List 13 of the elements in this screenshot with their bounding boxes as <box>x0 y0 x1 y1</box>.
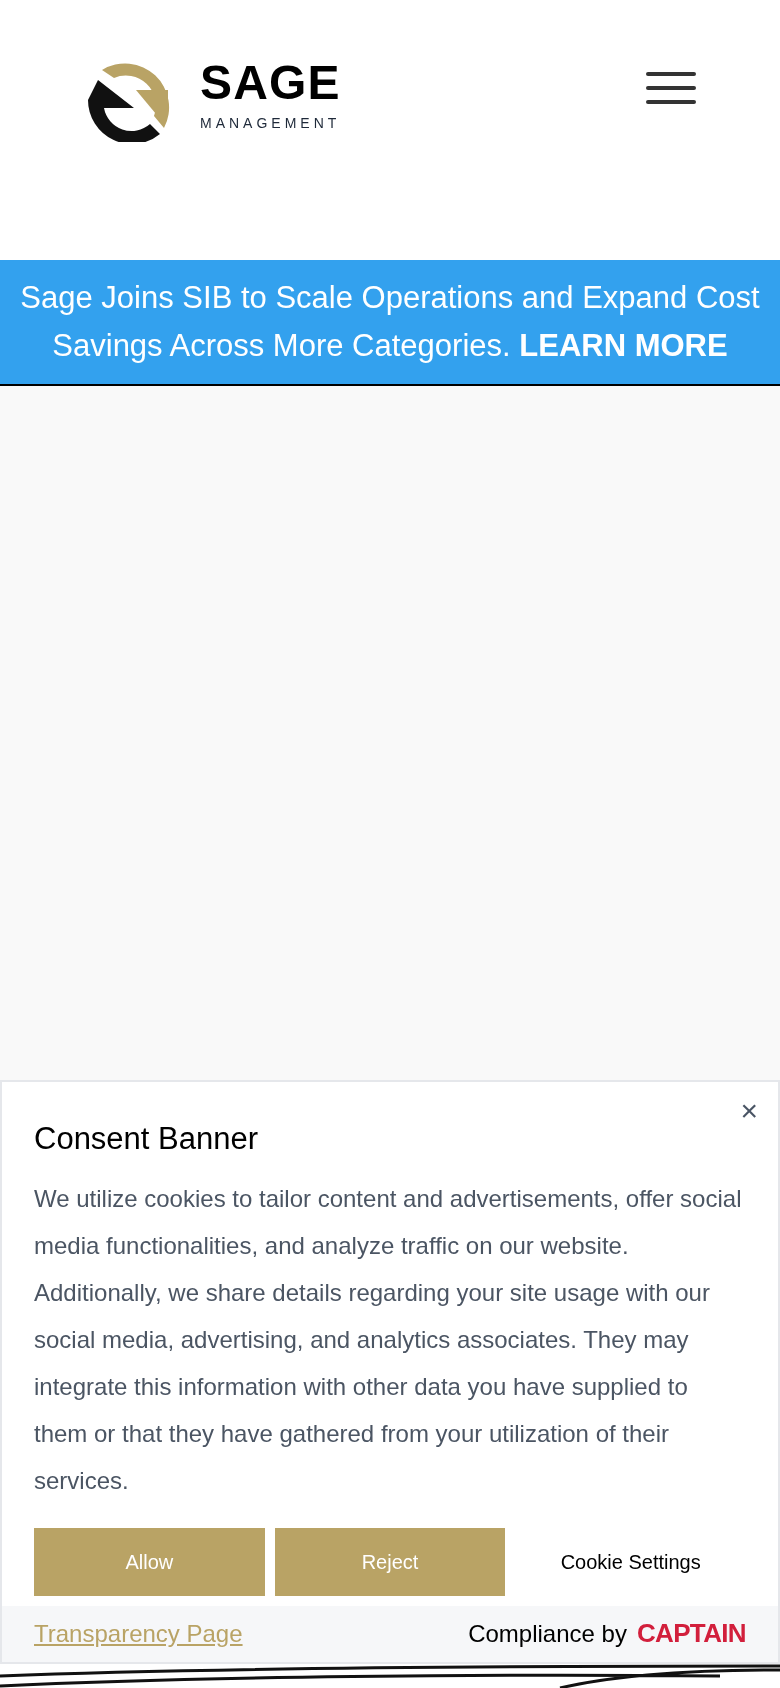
consent-button[interactable]: Reject <box>274 1527 506 1596</box>
logo-wordmark: SAGE <box>200 58 341 107</box>
close-button[interactable]: × <box>740 1096 758 1126</box>
menu-button[interactable] <box>646 70 696 106</box>
learn-more-link[interactable]: LEARN MORE <box>519 328 728 363</box>
announcement-text: Sage Joins SIB to Scale Operations and Expand Cost Savings Across More Categories. LEARN MORE <box>19 279 761 365</box>
banner-message: We utilize cookies to tailor content and advertisements, offer social media functionalities, and analyze traffic on our website. Additionally, we share details regarding your site usage with our social media, advertising, and analytics associates. They may integrate this information with other data you have supplied to them or that they have gathered from your utilization of their services. <box>34 1183 743 1496</box>
brand-logo: CAPTAIN <box>636 1617 746 1650</box>
transparency-link[interactable]: Transparency Page <box>34 1615 243 1652</box>
banner-title: Consent Banner <box>34 1120 260 1158</box>
credit-text: Compliance by <box>468 1618 627 1649</box>
consent-button[interactable]: Allow <box>34 1527 265 1596</box>
logo-tagline: MANAGEMENT <box>200 113 341 133</box>
